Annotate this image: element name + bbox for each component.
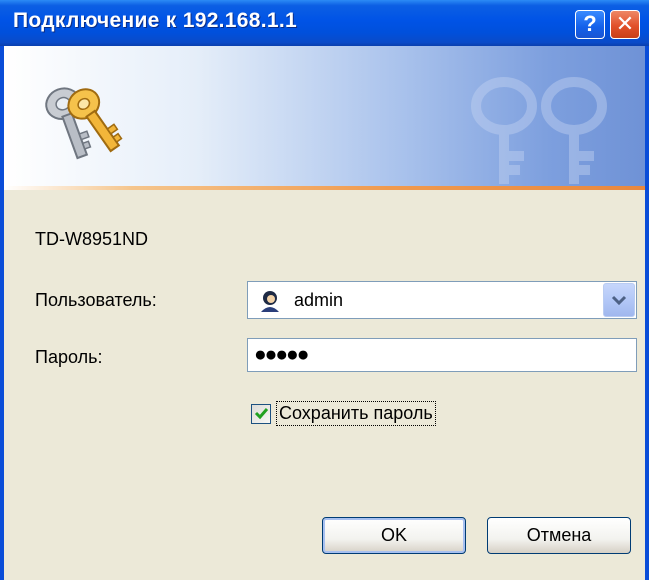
username-value: admin [294,290,344,310]
user-icon [261,291,279,312]
cancel-button[interactable]: Отмена [487,517,631,554]
remember-password-label[interactable]: Сохранить пароль [276,401,436,426]
dialog-body: TD-W8951ND Пользователь: admin Пароль: ●… [4,190,645,580]
banner [4,46,645,186]
remember-password-checkbox[interactable] [251,404,271,424]
ok-button[interactable]: OK [322,517,466,554]
password-label: Пароль: [35,347,103,367]
login-dialog: Подключение к 192.168.1.1 ? ✕ TD-W8951ND… [0,0,649,580]
dropdown-arrow-button[interactable] [603,283,635,317]
username-combobox[interactable]: admin [247,281,637,319]
password-field[interactable]: ●●●●● [247,338,637,372]
keys-watermark-icon [471,77,607,184]
device-name: TD-W8951ND [35,229,149,249]
check-icon [254,408,269,420]
title-bar[interactable]: Подключение к 192.168.1.1 ? ✕ [0,0,649,46]
help-button[interactable]: ? [575,10,605,39]
window-title: Подключение к 192.168.1.1 [13,9,297,32]
keys-icon [45,87,123,160]
password-value: ●●●●● [254,343,309,366]
username-label: Пользователь: [35,290,157,310]
chevron-down-icon [611,295,627,306]
close-button[interactable]: ✕ [610,10,640,39]
